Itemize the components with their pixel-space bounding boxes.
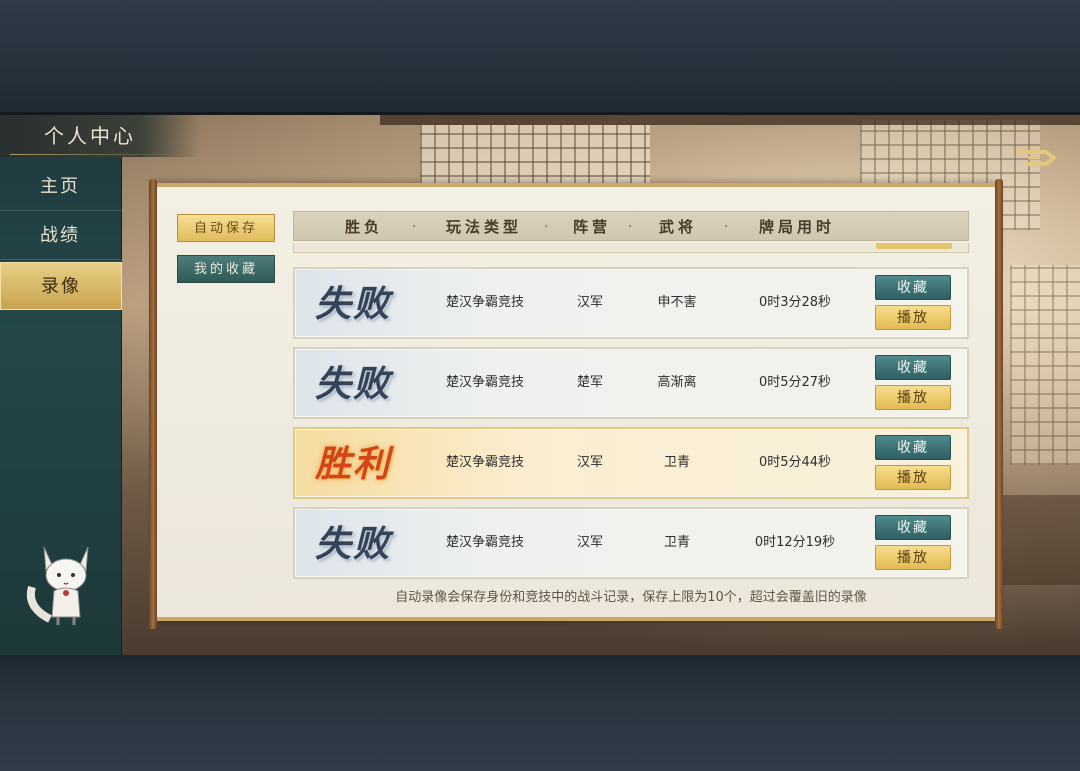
partial-button (876, 243, 952, 249)
camp-cell: 汉军 (576, 535, 603, 550)
bottom-frame-bar (0, 655, 1080, 771)
table-header: 胜负 · 玩法类型 · 阵营 · 武将 · 牌局用时 (293, 211, 969, 241)
duration-cell: 0时5分27秒 (758, 375, 832, 390)
table-row: 胜利 楚汉争霸竞技 汉军 卫青 0时5分44秒 收藏 播放 (293, 427, 969, 499)
header-general: 武将 (658, 218, 697, 236)
window-lattice (1010, 265, 1080, 465)
fox-mascot-icon (26, 546, 89, 625)
general-cell: 卫青 (663, 455, 690, 470)
partial-row (293, 243, 969, 253)
general-cell: 卫青 (663, 535, 690, 550)
replay-list: 胜负 · 玩法类型 · 阵营 · 武将 · 牌局用时 失败 楚汉争霸竞技 汉军 … (293, 211, 969, 579)
tab-auto-save[interactable]: 自动保存 (177, 214, 275, 242)
camp-cell: 楚军 (576, 375, 603, 390)
table-row: 失败 楚汉争霸竞技 楚军 高渐离 0时5分27秒 收藏 播放 (293, 347, 969, 419)
camp-cell: 汉军 (576, 295, 603, 310)
sidebar-item-replay[interactable]: 录像 (0, 262, 122, 310)
mode-cell: 楚汉争霸竞技 (445, 375, 524, 390)
play-button[interactable]: 播放 (875, 545, 951, 570)
duration-cell: 0时5分44秒 (758, 455, 832, 470)
sidebar-title: 个人中心 (0, 115, 200, 157)
result-label: 失败 (315, 523, 392, 565)
header-mode: 玩法类型 (445, 218, 522, 236)
play-button[interactable]: 播放 (875, 385, 951, 410)
footer-note: 自动录像会保存身份和竞技中的战斗记录，保存上限为10个，超过会覆盖旧的录像 (395, 590, 867, 605)
duration-cell: 0时12分19秒 (754, 535, 836, 550)
duration-cell: 0时3分28秒 (758, 295, 832, 310)
play-button[interactable]: 播放 (875, 465, 951, 490)
replay-panel: 自动保存 我的收藏 胜负 · 玩法类型 · 阵营 · 武将 · 牌局用时 失败 … (149, 179, 1003, 629)
header-separator: · (412, 219, 417, 235)
general-cell: 申不害 (657, 295, 697, 310)
tab-my-favorites[interactable]: 我的收藏 (177, 255, 275, 283)
header-separator: · (628, 219, 633, 235)
favorite-button[interactable]: 收藏 (875, 515, 951, 540)
favorite-button[interactable]: 收藏 (875, 355, 951, 380)
table-row: 失败 楚汉争霸竞技 汉军 申不害 0时3分28秒 收藏 播放 (293, 267, 969, 339)
header-separator: · (544, 219, 549, 235)
result-label: 胜利 (315, 443, 392, 485)
table-row: 失败 楚汉争霸竞技 汉军 卫青 0时12分19秒 收藏 播放 (293, 507, 969, 579)
favorite-button[interactable]: 收藏 (875, 275, 951, 300)
header-duration: 牌局用时 (758, 218, 835, 236)
favorite-button[interactable]: 收藏 (875, 435, 951, 460)
mode-cell: 楚汉争霸竞技 (445, 455, 524, 470)
result-label: 失败 (315, 283, 392, 325)
furniture (1000, 495, 1080, 585)
sidebar-item-home[interactable]: 主页 (0, 163, 122, 211)
play-button[interactable]: 播放 (875, 305, 951, 330)
mode-cell: 楚汉争霸竞技 (445, 295, 524, 310)
camp-cell: 汉军 (576, 455, 603, 470)
header-result: 胜负 (344, 218, 383, 236)
sidebar: 个人中心 主页 战绩 录像 (0, 115, 200, 655)
top-frame-bar (0, 0, 1080, 115)
header-camp: 阵营 (572, 218, 611, 236)
result-label: 失败 (315, 363, 392, 405)
general-cell: 高渐离 (657, 375, 697, 390)
sidebar-item-record[interactable]: 战绩 (0, 212, 122, 260)
mode-cell: 楚汉争霸竞技 (445, 535, 524, 550)
roof-beam (380, 115, 1080, 125)
header-separator: · (724, 219, 729, 235)
back-arrow-icon[interactable] (1012, 144, 1058, 172)
